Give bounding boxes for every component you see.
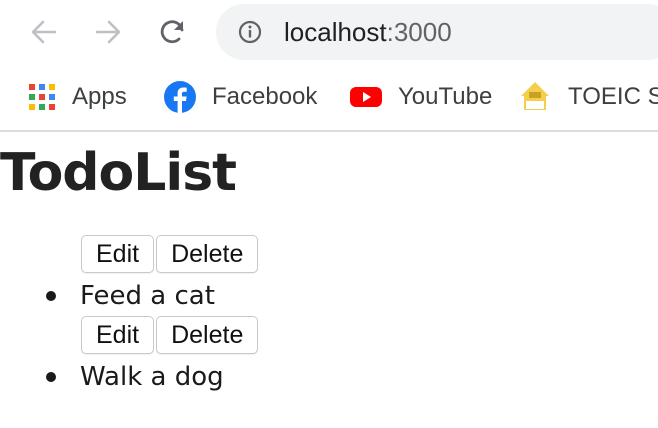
todo-text: Feed a cat bbox=[80, 281, 215, 311]
browser-toolbar: localhost:3000 bbox=[0, 0, 658, 66]
bullet-icon bbox=[46, 291, 56, 301]
bookmark-label: Apps bbox=[72, 83, 127, 110]
arrow-right-icon bbox=[95, 20, 121, 44]
forward-button[interactable] bbox=[90, 14, 126, 50]
edit-button[interactable]: Edit bbox=[81, 235, 155, 273]
reload-icon bbox=[160, 20, 184, 44]
arrow-left-icon bbox=[31, 20, 57, 44]
edit-button[interactable]: Edit bbox=[81, 316, 155, 354]
app-page: TodoList Edit Delete Feed a cat Edit Del… bbox=[0, 132, 658, 428]
back-button[interactable] bbox=[26, 14, 62, 50]
todo-text: Walk a dog bbox=[80, 362, 224, 392]
delete-button[interactable]: Delete bbox=[156, 316, 259, 354]
todo-actions: Edit Delete bbox=[81, 235, 259, 273]
bookmark-apps[interactable]: Apps bbox=[28, 80, 127, 114]
delete-button[interactable]: Delete bbox=[156, 235, 259, 273]
bookmark-label: YouTube bbox=[398, 83, 493, 110]
apps-grid-icon bbox=[29, 84, 55, 110]
youtube-icon bbox=[350, 87, 382, 107]
bookmark-facebook[interactable]: Facebook bbox=[164, 80, 317, 114]
reload-button[interactable] bbox=[155, 14, 191, 50]
page-title: TodoList bbox=[0, 143, 237, 203]
bookmark-label: TOEIC Sc bbox=[568, 83, 658, 110]
todo-item: Feed a cat bbox=[46, 279, 215, 313]
url-host: localhost bbox=[284, 17, 387, 47]
todo-actions: Edit Delete bbox=[81, 316, 259, 354]
bookmark-youtube[interactable]: YouTube bbox=[350, 80, 492, 114]
url-text[interactable]: localhost:3000 bbox=[284, 17, 452, 47]
toeic-icon bbox=[521, 82, 549, 110]
address-bar[interactable]: localhost:3000 bbox=[216, 4, 658, 60]
bullet-icon bbox=[46, 372, 56, 382]
bookmark-label: Facebook bbox=[212, 83, 318, 110]
bookmark-toeic[interactable]: TOEIC Sc bbox=[518, 80, 658, 114]
bookmarks-bar: Apps Facebook YouTube TOEIC Sc bbox=[0, 66, 658, 132]
facebook-icon bbox=[164, 81, 196, 113]
info-icon[interactable] bbox=[238, 20, 262, 44]
todo-item: Walk a dog bbox=[46, 360, 224, 394]
url-port: :3000 bbox=[386, 17, 452, 47]
